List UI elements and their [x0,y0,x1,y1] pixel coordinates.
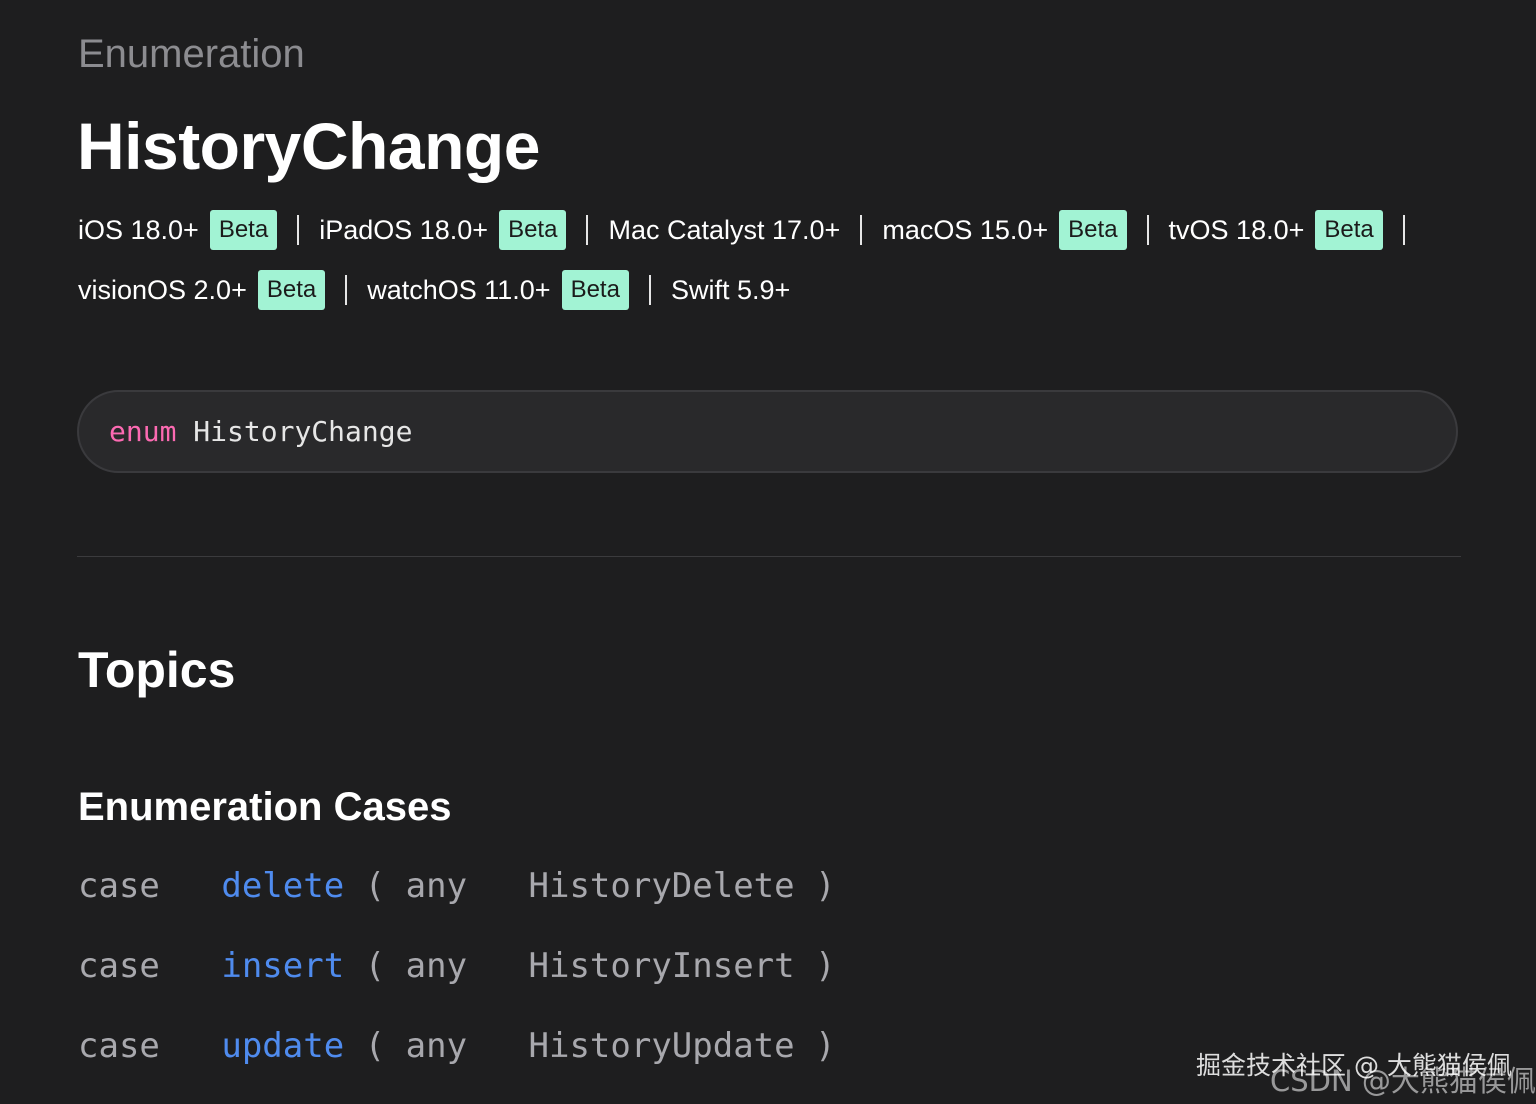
declaration-space [176,415,193,448]
separator [586,215,589,245]
case-space [180,866,200,906]
platform-macos: macOS 15.0+ [882,214,1049,245]
platform-mac-catalyst: Mac Catalyst 17.0+ [608,214,841,245]
case-insert-link[interactable]: case insert ( any HistoryInsert ) [78,946,836,986]
topics-heading: Topics [78,642,236,698]
case-name[interactable]: update [221,1026,344,1066]
case-param-keyword: any [405,946,468,986]
separator [648,275,651,305]
enumeration-cases-heading: Enumeration Cases [78,785,452,829]
case-type: HistoryInsert [528,946,795,986]
platform-visionos: visionOS 2.0+ [78,274,247,305]
case-space [488,946,508,986]
beta-badge: Beta [257,270,326,310]
platform-watchos: watchOS 11.0+ [367,274,551,305]
case-name[interactable]: insert [221,946,344,986]
case-open-paren: ( [364,1026,386,1066]
case-open-paren: ( [364,946,386,986]
case-space [180,946,200,986]
declaration-keyword: enum [109,415,177,448]
availability-row-2: visionOS 2.0+ Beta watchOS 11.0+ Beta Sw… [78,270,1478,310]
declaration-box: enum HistoryChange [77,390,1458,473]
case-keyword: case [78,946,160,986]
case-name[interactable]: delete [221,866,344,906]
case-type: HistoryUpdate [528,1026,795,1066]
case-update-link[interactable]: case update ( any HistoryUpdate ) [78,1026,836,1066]
page-eyebrow: Enumeration [78,32,305,76]
case-close-paren: ) [815,946,836,986]
platform-ipados: iPadOS 18.0+ [319,214,489,245]
case-close-paren: ) [815,1026,836,1066]
beta-badge: Beta [499,210,567,250]
separator [1402,215,1405,245]
case-open-paren: ( [364,866,386,906]
platform-swift: Swift 5.9+ [670,274,791,305]
case-param-keyword: any [405,1026,468,1066]
case-space [488,1026,508,1066]
case-keyword: case [78,866,160,906]
separator [860,215,863,245]
separator [297,215,300,245]
separator [345,275,348,305]
case-close-paren: ) [815,866,836,906]
platform-tvos: tvOS 18.0+ [1168,214,1305,245]
watermark-csdn: CSDN @大熊猫侯佩 [1270,1064,1536,1098]
case-keyword: case [78,1026,160,1066]
beta-badge: Beta [1059,210,1127,250]
case-delete-link[interactable]: case delete ( any HistoryDelete ) [78,866,836,906]
section-divider [77,556,1461,557]
case-param-keyword: any [405,866,468,906]
availability-row-1: iOS 18.0+ Beta iPadOS 18.0+ Beta Mac Cat… [78,210,1478,250]
separator [1146,215,1149,245]
page-title: HistoryChange [77,109,540,183]
case-type: HistoryDelete [528,866,795,906]
beta-badge: Beta [1315,210,1383,250]
declaration-name: HistoryChange [193,415,413,448]
beta-badge: Beta [561,270,629,310]
case-space [180,1026,200,1066]
case-space [488,866,508,906]
beta-badge: Beta [209,210,278,250]
platform-ios: iOS 18.0+ [78,214,199,245]
